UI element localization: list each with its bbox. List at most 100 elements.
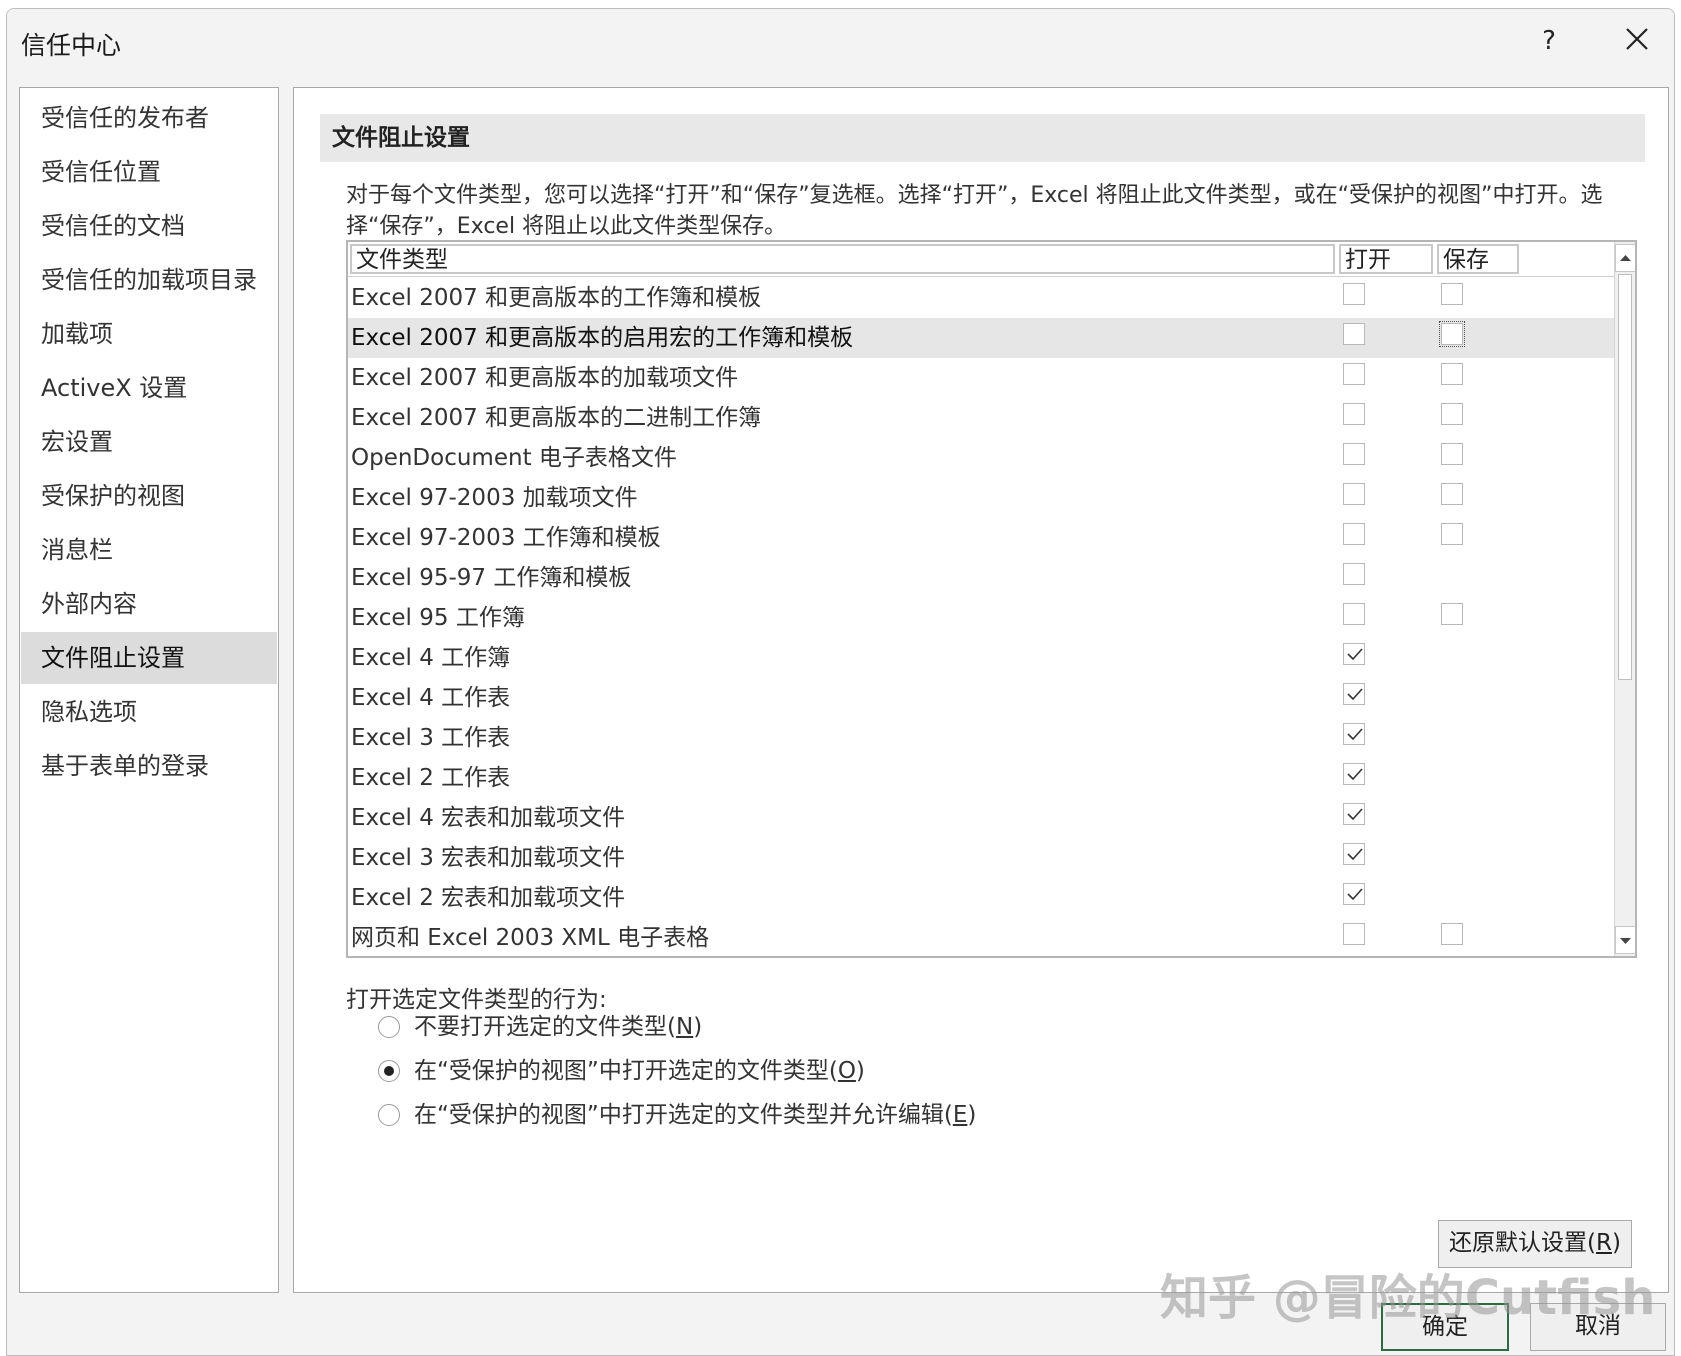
save-checkbox[interactable] — [1441, 283, 1463, 305]
sidebar-item[interactable]: 受信任位置 — [21, 146, 277, 198]
close-button[interactable] — [1617, 21, 1657, 61]
table-row[interactable]: Excel 3 工作表 — [348, 718, 1614, 758]
open-checkbox[interactable] — [1343, 723, 1365, 745]
open-checkbox[interactable] — [1343, 643, 1365, 665]
scroll-thumb[interactable] — [1618, 274, 1632, 680]
scroll-down-button[interactable] — [1615, 926, 1635, 954]
sidebar-item[interactable]: ActiveX 设置 — [21, 362, 277, 414]
table-row[interactable]: Excel 95-97 工作簿和模板 — [348, 558, 1614, 598]
save-checkbox[interactable] — [1441, 523, 1463, 545]
table-row[interactable]: Excel 4 工作表 — [348, 678, 1614, 718]
open-checkbox[interactable] — [1343, 403, 1365, 425]
open-checkbox[interactable] — [1343, 763, 1365, 785]
table-row[interactable]: Excel 4 宏表和加载项文件 — [348, 798, 1614, 838]
checkmark-icon — [1347, 888, 1363, 901]
sidebar-item[interactable]: 受信任的文档 — [21, 200, 277, 252]
open-checkbox[interactable] — [1343, 923, 1365, 945]
save-checkbox[interactable] — [1441, 403, 1463, 425]
open-checkbox[interactable] — [1343, 483, 1365, 505]
column-header-file-type[interactable]: 文件类型 — [350, 244, 1335, 274]
file-type-label: OpenDocument 电子表格文件 — [351, 445, 677, 471]
restore-label: 还原默认设置( — [1449, 1230, 1596, 1256]
arrow-up-icon — [1620, 255, 1631, 261]
sidebar-item[interactable]: 受信任的发布者 — [21, 92, 277, 144]
radio-dot-icon — [384, 1066, 394, 1076]
radio-label: 在“受保护的视图”中打开选定的文件类型(O) — [414, 1058, 865, 1084]
radio-button[interactable] — [378, 1060, 400, 1082]
sidebar-item[interactable]: 受信任的加载项目录 — [21, 254, 277, 306]
open-checkbox[interactable] — [1343, 603, 1365, 625]
radio-button[interactable] — [378, 1104, 400, 1126]
save-checkbox[interactable] — [1441, 443, 1463, 465]
column-header-save[interactable]: 保存 — [1437, 244, 1519, 274]
scroll-up-button[interactable] — [1615, 244, 1635, 272]
table-row[interactable]: Excel 97-2003 工作簿和模板 — [348, 518, 1614, 558]
open-checkbox[interactable] — [1343, 803, 1365, 825]
save-checkbox[interactable] — [1439, 321, 1465, 347]
radio-label: 在“受保护的视图”中打开选定的文件类型并允许编辑(E) — [414, 1102, 977, 1128]
sidebar-item[interactable]: 基于表单的登录 — [21, 740, 277, 792]
open-checkbox[interactable] — [1343, 563, 1365, 585]
open-checkbox[interactable] — [1343, 843, 1365, 865]
table-row[interactable]: OpenDocument 电子表格文件 — [348, 438, 1614, 478]
table-row[interactable]: Excel 2007 和更高版本的二进制工作簿 — [348, 398, 1614, 438]
save-checkbox[interactable] — [1441, 603, 1463, 625]
save-checkbox[interactable] — [1441, 923, 1463, 945]
watermark: 知乎 @冒险的Cutfish — [1160, 1270, 1656, 1326]
file-type-label: Excel 3 宏表和加载项文件 — [351, 845, 626, 871]
checkmark-icon — [1347, 808, 1363, 821]
vertical-scrollbar[interactable] — [1614, 242, 1635, 956]
file-type-label: Excel 97-2003 工作簿和模板 — [351, 525, 661, 551]
sidebar-item[interactable]: 宏设置 — [21, 416, 277, 468]
table-row[interactable]: Excel 4 工作簿 — [348, 638, 1614, 678]
table-row[interactable]: Excel 3 宏表和加载项文件 — [348, 838, 1614, 878]
table-row[interactable]: 网页和 Excel 2003 XML 电子表格 — [348, 918, 1614, 956]
sidebar-item[interactable]: 外部内容 — [21, 578, 277, 630]
arrow-down-icon — [1620, 938, 1631, 944]
file-type-label: Excel 95-97 工作簿和模板 — [351, 565, 632, 591]
open-checkbox[interactable] — [1343, 523, 1365, 545]
checkmark-icon — [1347, 768, 1363, 781]
table-row[interactable]: Excel 2007 和更高版本的启用宏的工作簿和模板 — [348, 318, 1614, 358]
description-text: 对于每个文件类型，您可以选择“打开”和“保存”复选框。选择“打开”，Excel … — [346, 183, 1603, 239]
table-row[interactable]: Excel 97-2003 加载项文件 — [348, 478, 1614, 518]
sidebar-item[interactable]: 文件阻止设置 — [21, 632, 277, 684]
open-checkbox[interactable] — [1343, 283, 1365, 305]
help-button[interactable]: ? — [1529, 21, 1569, 61]
file-type-label: Excel 2007 和更高版本的工作簿和模板 — [351, 285, 762, 311]
restore-suffix: ) — [1611, 1230, 1621, 1256]
sidebar-item[interactable]: 受保护的视图 — [21, 470, 277, 522]
open-checkbox[interactable] — [1343, 683, 1365, 705]
file-type-label: Excel 2007 和更高版本的二进制工作簿 — [351, 405, 762, 431]
table-row[interactable]: Excel 2007 和更高版本的工作簿和模板 — [348, 278, 1614, 318]
file-type-label: Excel 2 工作表 — [351, 765, 511, 791]
radio-button[interactable] — [378, 1016, 400, 1038]
file-type-label: 网页和 Excel 2003 XML 电子表格 — [351, 925, 710, 951]
table-header: 文件类型 打开 保存 — [348, 242, 1614, 277]
checkmark-icon — [1347, 848, 1363, 861]
sidebar: 受信任的发布者 受信任位置 受信任的文档 受信任的加载项目录 加载项 ActiveX 设置… — [19, 87, 279, 1293]
table-row[interactable]: Excel 95 工作簿 — [348, 598, 1614, 638]
table-row[interactable]: Excel 2 工作表 — [348, 758, 1614, 798]
save-checkbox[interactable] — [1441, 363, 1463, 385]
file-type-label: Excel 97-2003 加载项文件 — [351, 485, 638, 511]
table-row[interactable]: Excel 2007 和更高版本的加载项文件 — [348, 358, 1614, 398]
file-type-label: Excel 2007 和更高版本的启用宏的工作簿和模板 — [351, 325, 854, 351]
file-type-label: Excel 2 宏表和加载项文件 — [351, 885, 626, 911]
file-type-label: Excel 95 工作簿 — [351, 605, 525, 631]
column-header-open[interactable]: 打开 — [1339, 244, 1433, 274]
sidebar-item[interactable]: 加载项 — [21, 308, 277, 360]
sidebar-item[interactable]: 隐私选项 — [21, 686, 277, 738]
open-checkbox[interactable] — [1343, 883, 1365, 905]
save-checkbox[interactable] — [1441, 483, 1463, 505]
open-checkbox[interactable] — [1343, 363, 1365, 385]
title-bar: 信任中心 ? — [7, 9, 1674, 73]
checkmark-icon — [1347, 688, 1363, 701]
open-checkbox[interactable] — [1343, 323, 1365, 345]
table-row[interactable]: Excel 2 宏表和加载项文件 — [348, 878, 1614, 918]
trust-center-dialog: 信任中心 ? 受信任的发布者 受信任位置 受信任的文档 受信任的加载项目录 加载项 Act… — [6, 8, 1675, 1356]
file-type-table: 文件类型 打开 保存 Excel 2007 和更高版本的工作簿和模板 Excel … — [346, 240, 1637, 958]
open-checkbox[interactable] — [1343, 443, 1365, 465]
sidebar-item[interactable]: 消息栏 — [21, 524, 277, 576]
file-type-label: Excel 4 工作表 — [351, 685, 511, 711]
